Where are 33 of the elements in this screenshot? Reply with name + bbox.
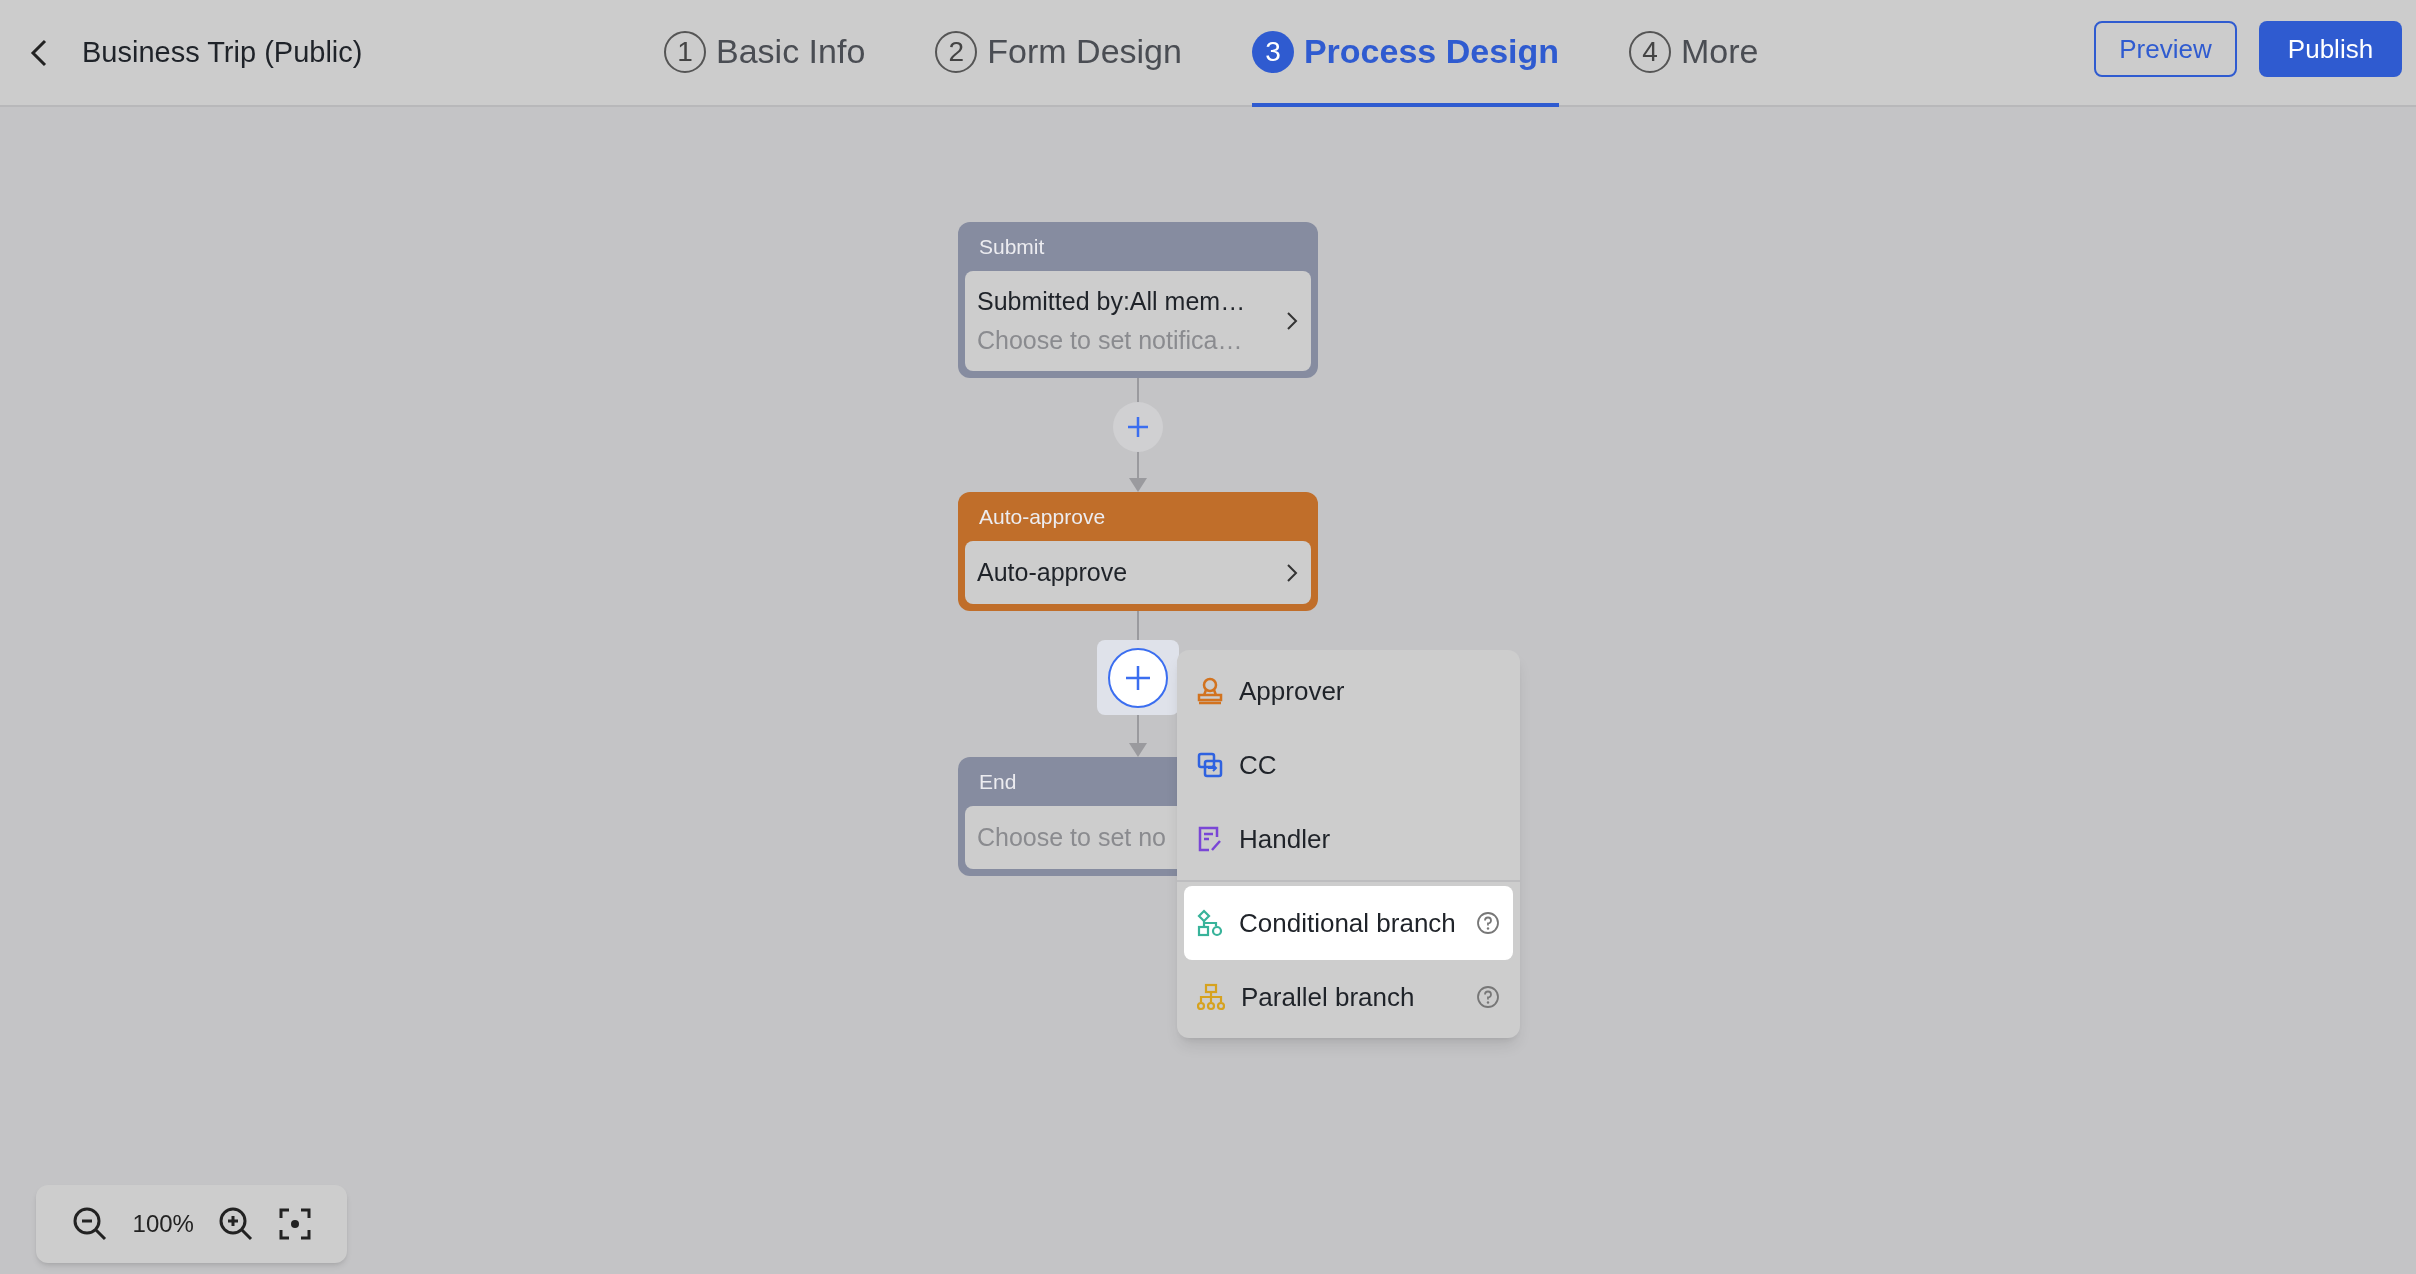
node-title: Submit xyxy=(979,233,1045,260)
menu-item[interactable]: Approver xyxy=(1184,654,1513,728)
step-tab[interactable]: 4 More xyxy=(1629,0,1759,107)
document-pen-icon xyxy=(1197,825,1223,853)
plus-icon xyxy=(1126,415,1150,439)
node-hint: Choose to set notifica… xyxy=(977,325,1243,356)
node-title: Auto-approve xyxy=(979,503,1106,530)
step-tab[interactable]: 3 Process Design xyxy=(1251,0,1560,107)
node-summary: Auto-approve xyxy=(977,556,1128,588)
zoom-out-icon[interactable] xyxy=(72,1206,109,1242)
node-summary: Submitted by:All mem… xyxy=(977,285,1246,317)
zoom-in-icon[interactable] xyxy=(218,1206,255,1242)
plus-icon xyxy=(1124,663,1152,692)
add-node-button[interactable] xyxy=(1113,402,1163,452)
help-icon[interactable] xyxy=(1476,911,1500,935)
fit-view-icon[interactable] xyxy=(278,1208,311,1240)
process-node[interactable]: Submit Submitted by:All mem… Choose to set notifica… xyxy=(958,222,1318,378)
form-title: Business Trip (Public) xyxy=(82,34,363,70)
step-tab[interactable]: 1 Basic Info xyxy=(664,0,866,107)
menu-item[interactable]: Parallel branch xyxy=(1184,960,1513,1034)
preview-button[interactable]: Preview xyxy=(2094,21,2237,77)
publish-button[interactable]: Publish xyxy=(2259,21,2402,77)
org-chart-icon xyxy=(1197,983,1225,1011)
help-icon[interactable] xyxy=(1476,985,1500,1009)
node-hint: Choose to set no xyxy=(977,821,1166,853)
node-title: End xyxy=(979,768,1017,795)
process-node[interactable]: Auto-approve Auto-approve xyxy=(958,492,1318,611)
copy-arrow-icon xyxy=(1197,752,1223,778)
step-tab[interactable]: 2 Form Design xyxy=(935,0,1182,107)
menu-item[interactable]: Conditional branch xyxy=(1184,886,1513,960)
zoom-level: 100% xyxy=(132,1209,194,1239)
stamp-icon xyxy=(1197,677,1223,705)
branch-shapes-icon xyxy=(1197,909,1223,937)
